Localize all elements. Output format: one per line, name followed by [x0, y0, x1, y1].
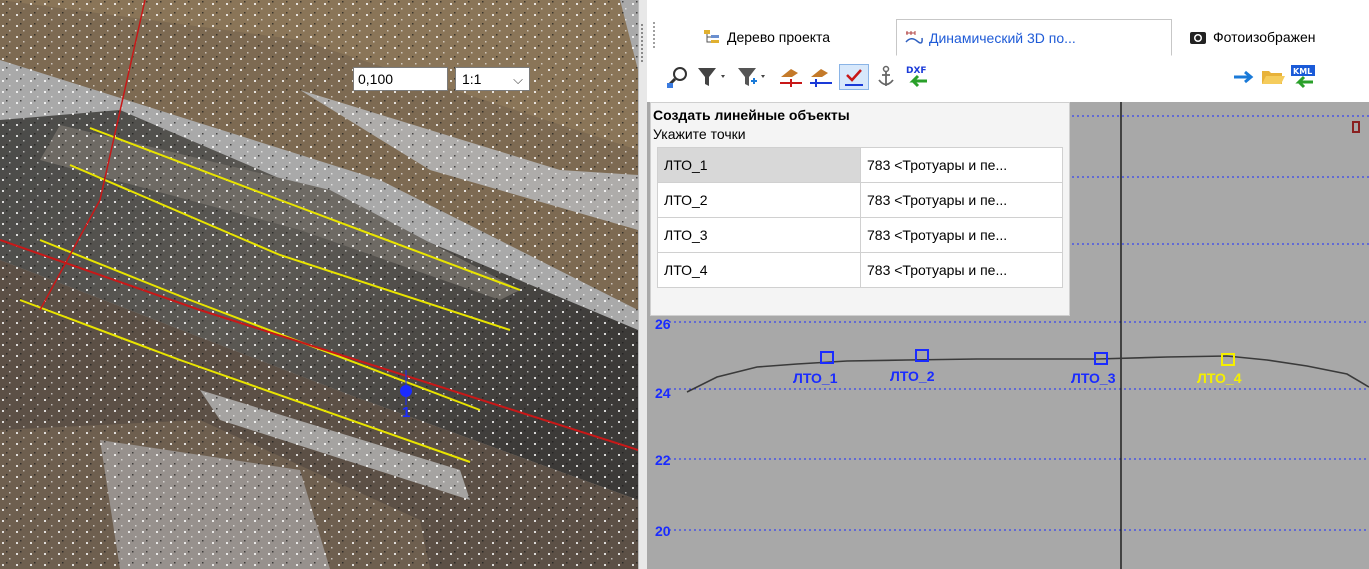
- object-name-cell[interactable]: ЛТО_4: [657, 252, 861, 288]
- panel-title: Создать линейные объекты: [653, 107, 850, 123]
- object-type-cell[interactable]: 783 <Тротуары и пе...: [860, 182, 1063, 218]
- create-linear-objects-panel: Создать линейные объекты Укажите точки Л…: [650, 102, 1070, 316]
- arrow-right-button[interactable]: [1231, 64, 1257, 90]
- lto-2-label: ЛТО_2: [890, 368, 935, 384]
- anchor-icon: [878, 65, 894, 86]
- y-axis-label-20: 20: [655, 523, 671, 539]
- linear-objects-table: ЛТО_1 783 <Тротуары и пе... ЛТО_2 783 <Т…: [657, 147, 1063, 288]
- y-axis-label-24: 24: [655, 385, 671, 401]
- filter-button[interactable]: [695, 64, 731, 90]
- measure-pick-2-icon: [810, 69, 832, 87]
- chevron-down-icon: ⌵: [513, 72, 523, 87]
- tab-label: Фотоизображен: [1213, 29, 1316, 45]
- tab-bar: Дерево проекта Динамический 3D по... Фот…: [647, 16, 1369, 57]
- filter-add-button[interactable]: [735, 64, 771, 90]
- profile-toolbar: DXF KML: [647, 56, 1369, 102]
- select-zoom-icon: [667, 67, 687, 88]
- y-axis-label-22: 22: [655, 452, 671, 468]
- draw-line-toggle[interactable]: [839, 64, 869, 90]
- dynamic-3d-profile-icon: [905, 30, 923, 44]
- svg-text:DXF: DXF: [906, 66, 927, 76]
- ratio-select[interactable]: 1:1 ⌵: [455, 67, 530, 91]
- tab-dynamic-3d-profile[interactable]: Динамический 3D по...: [896, 19, 1172, 56]
- object-name-cell[interactable]: ЛТО_1: [657, 147, 861, 183]
- folder-open-icon: [1262, 71, 1285, 84]
- select-zoom-button[interactable]: [665, 64, 691, 90]
- object-type-cell[interactable]: 783 <Тротуары и пе...: [860, 217, 1063, 253]
- point-cloud-3d-view[interactable]: 1: [0, 0, 638, 569]
- object-type-cell[interactable]: 783 <Тротуары и пе...: [860, 147, 1063, 183]
- dxf-import-icon: DXF: [906, 66, 927, 88]
- kml-import-icon: KML: [1291, 65, 1315, 89]
- object-type-cell[interactable]: 783 <Тротуары и пе...: [860, 252, 1063, 288]
- tab-label: Дерево проекта: [727, 29, 831, 45]
- point-cloud-canvas[interactable]: [0, 0, 638, 569]
- table-row[interactable]: ЛТО_2 783 <Тротуары и пе...: [657, 182, 1063, 218]
- measure-pick-icon: [780, 69, 802, 87]
- svg-text:KML: KML: [1293, 67, 1312, 76]
- filter-add-icon: [738, 68, 765, 86]
- folder-open-button[interactable]: [1259, 64, 1287, 90]
- camera-icon: [1190, 32, 1206, 44]
- lto-4-label: ЛТО_4: [1197, 370, 1242, 386]
- arrow-right-icon: [1234, 70, 1254, 84]
- tab-photo-images[interactable]: Фотоизображен: [1181, 20, 1369, 54]
- measure-pick-2-button[interactable]: [807, 64, 835, 90]
- object-name-cell[interactable]: ЛТО_3: [657, 217, 861, 253]
- table-row[interactable]: ЛТО_4 783 <Тротуары и пе...: [657, 252, 1063, 288]
- y-axis-label-26: 26: [655, 316, 671, 332]
- table-row[interactable]: ЛТО_1 783 <Тротуары и пе...: [657, 147, 1063, 183]
- scale-input[interactable]: [353, 67, 448, 91]
- checkbox-line-icon: [845, 69, 863, 86]
- panel-hint: Укажите точки: [653, 126, 746, 142]
- filter-icon: [698, 68, 725, 86]
- table-row[interactable]: ЛТО_3 783 <Тротуары и пе...: [657, 217, 1063, 253]
- tab-label: Динамический 3D по...: [929, 29, 1076, 46]
- object-name-cell[interactable]: ЛТО_2: [657, 182, 861, 218]
- dxf-import-button[interactable]: DXF: [903, 64, 931, 90]
- anchor-button[interactable]: [873, 64, 899, 90]
- ratio-select-value: 1:1: [462, 71, 482, 87]
- lto-3-label: ЛТО_3: [1071, 370, 1116, 386]
- kml-import-button[interactable]: KML: [1289, 64, 1317, 90]
- project-tree-icon: [704, 30, 719, 43]
- point-number-label: 1: [402, 404, 411, 421]
- lto-1-label: ЛТО_1: [793, 370, 838, 386]
- measure-pick-button[interactable]: [777, 64, 805, 90]
- tab-project-tree[interactable]: Дерево проекта: [695, 20, 883, 54]
